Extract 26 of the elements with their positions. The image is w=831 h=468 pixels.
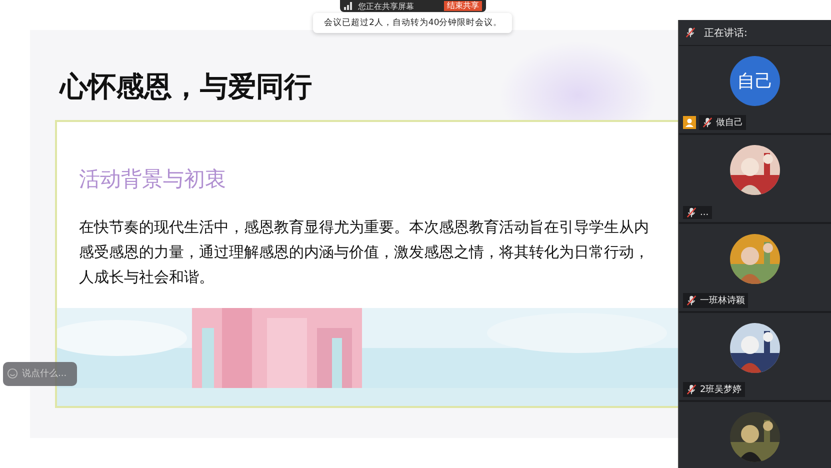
participant-name: 做自己	[699, 115, 746, 130]
paragraph-line: 感受感恩的力量，通过理解感恩的内涵与价值，激发感恩之情，将其转化为日常行动，	[79, 242, 650, 263]
participant-name: 一班林诗颖	[683, 293, 748, 308]
participant-tile[interactable]: 一班林诗颖	[679, 224, 831, 313]
mic-off-icon	[686, 384, 697, 395]
smiley-icon	[7, 368, 18, 379]
speaking-label: 正在讲话:	[704, 26, 748, 40]
section-heading: 活动背景与初衷	[79, 166, 227, 193]
participant-name: 2班吴梦婷	[683, 382, 745, 397]
share-status: 您正在共享屏幕	[358, 0, 414, 12]
avatar: 自己	[730, 56, 780, 106]
participant-tile[interactable]: 自己 做自己	[679, 46, 831, 135]
paragraph-line: 人成长与社会和谐。	[79, 267, 215, 288]
notice-text: 会议已超过2人，自动转为40分钟限时会议。	[324, 17, 502, 29]
participant-tile[interactable]: 2班吴梦婷	[679, 313, 831, 402]
mic-off-icon	[685, 27, 696, 38]
mic-off-icon	[686, 295, 697, 306]
chat-input[interactable]: 说点什么...	[3, 362, 77, 386]
mic-off-icon	[702, 117, 713, 128]
signal-icon	[344, 2, 352, 10]
slide-title: 心怀感恩，与爱同行	[60, 69, 313, 105]
paragraph-line: 在快节奏的现代生活中，感恩教育显得尤为重要。本次感恩教育活动旨在引导学生从内	[79, 217, 650, 238]
participant-tile[interactable]: ...	[679, 135, 831, 224]
participant-name: ...	[683, 206, 712, 219]
stop-share-button[interactable]: 结束共享	[444, 1, 482, 11]
mic-off-icon	[686, 207, 697, 218]
